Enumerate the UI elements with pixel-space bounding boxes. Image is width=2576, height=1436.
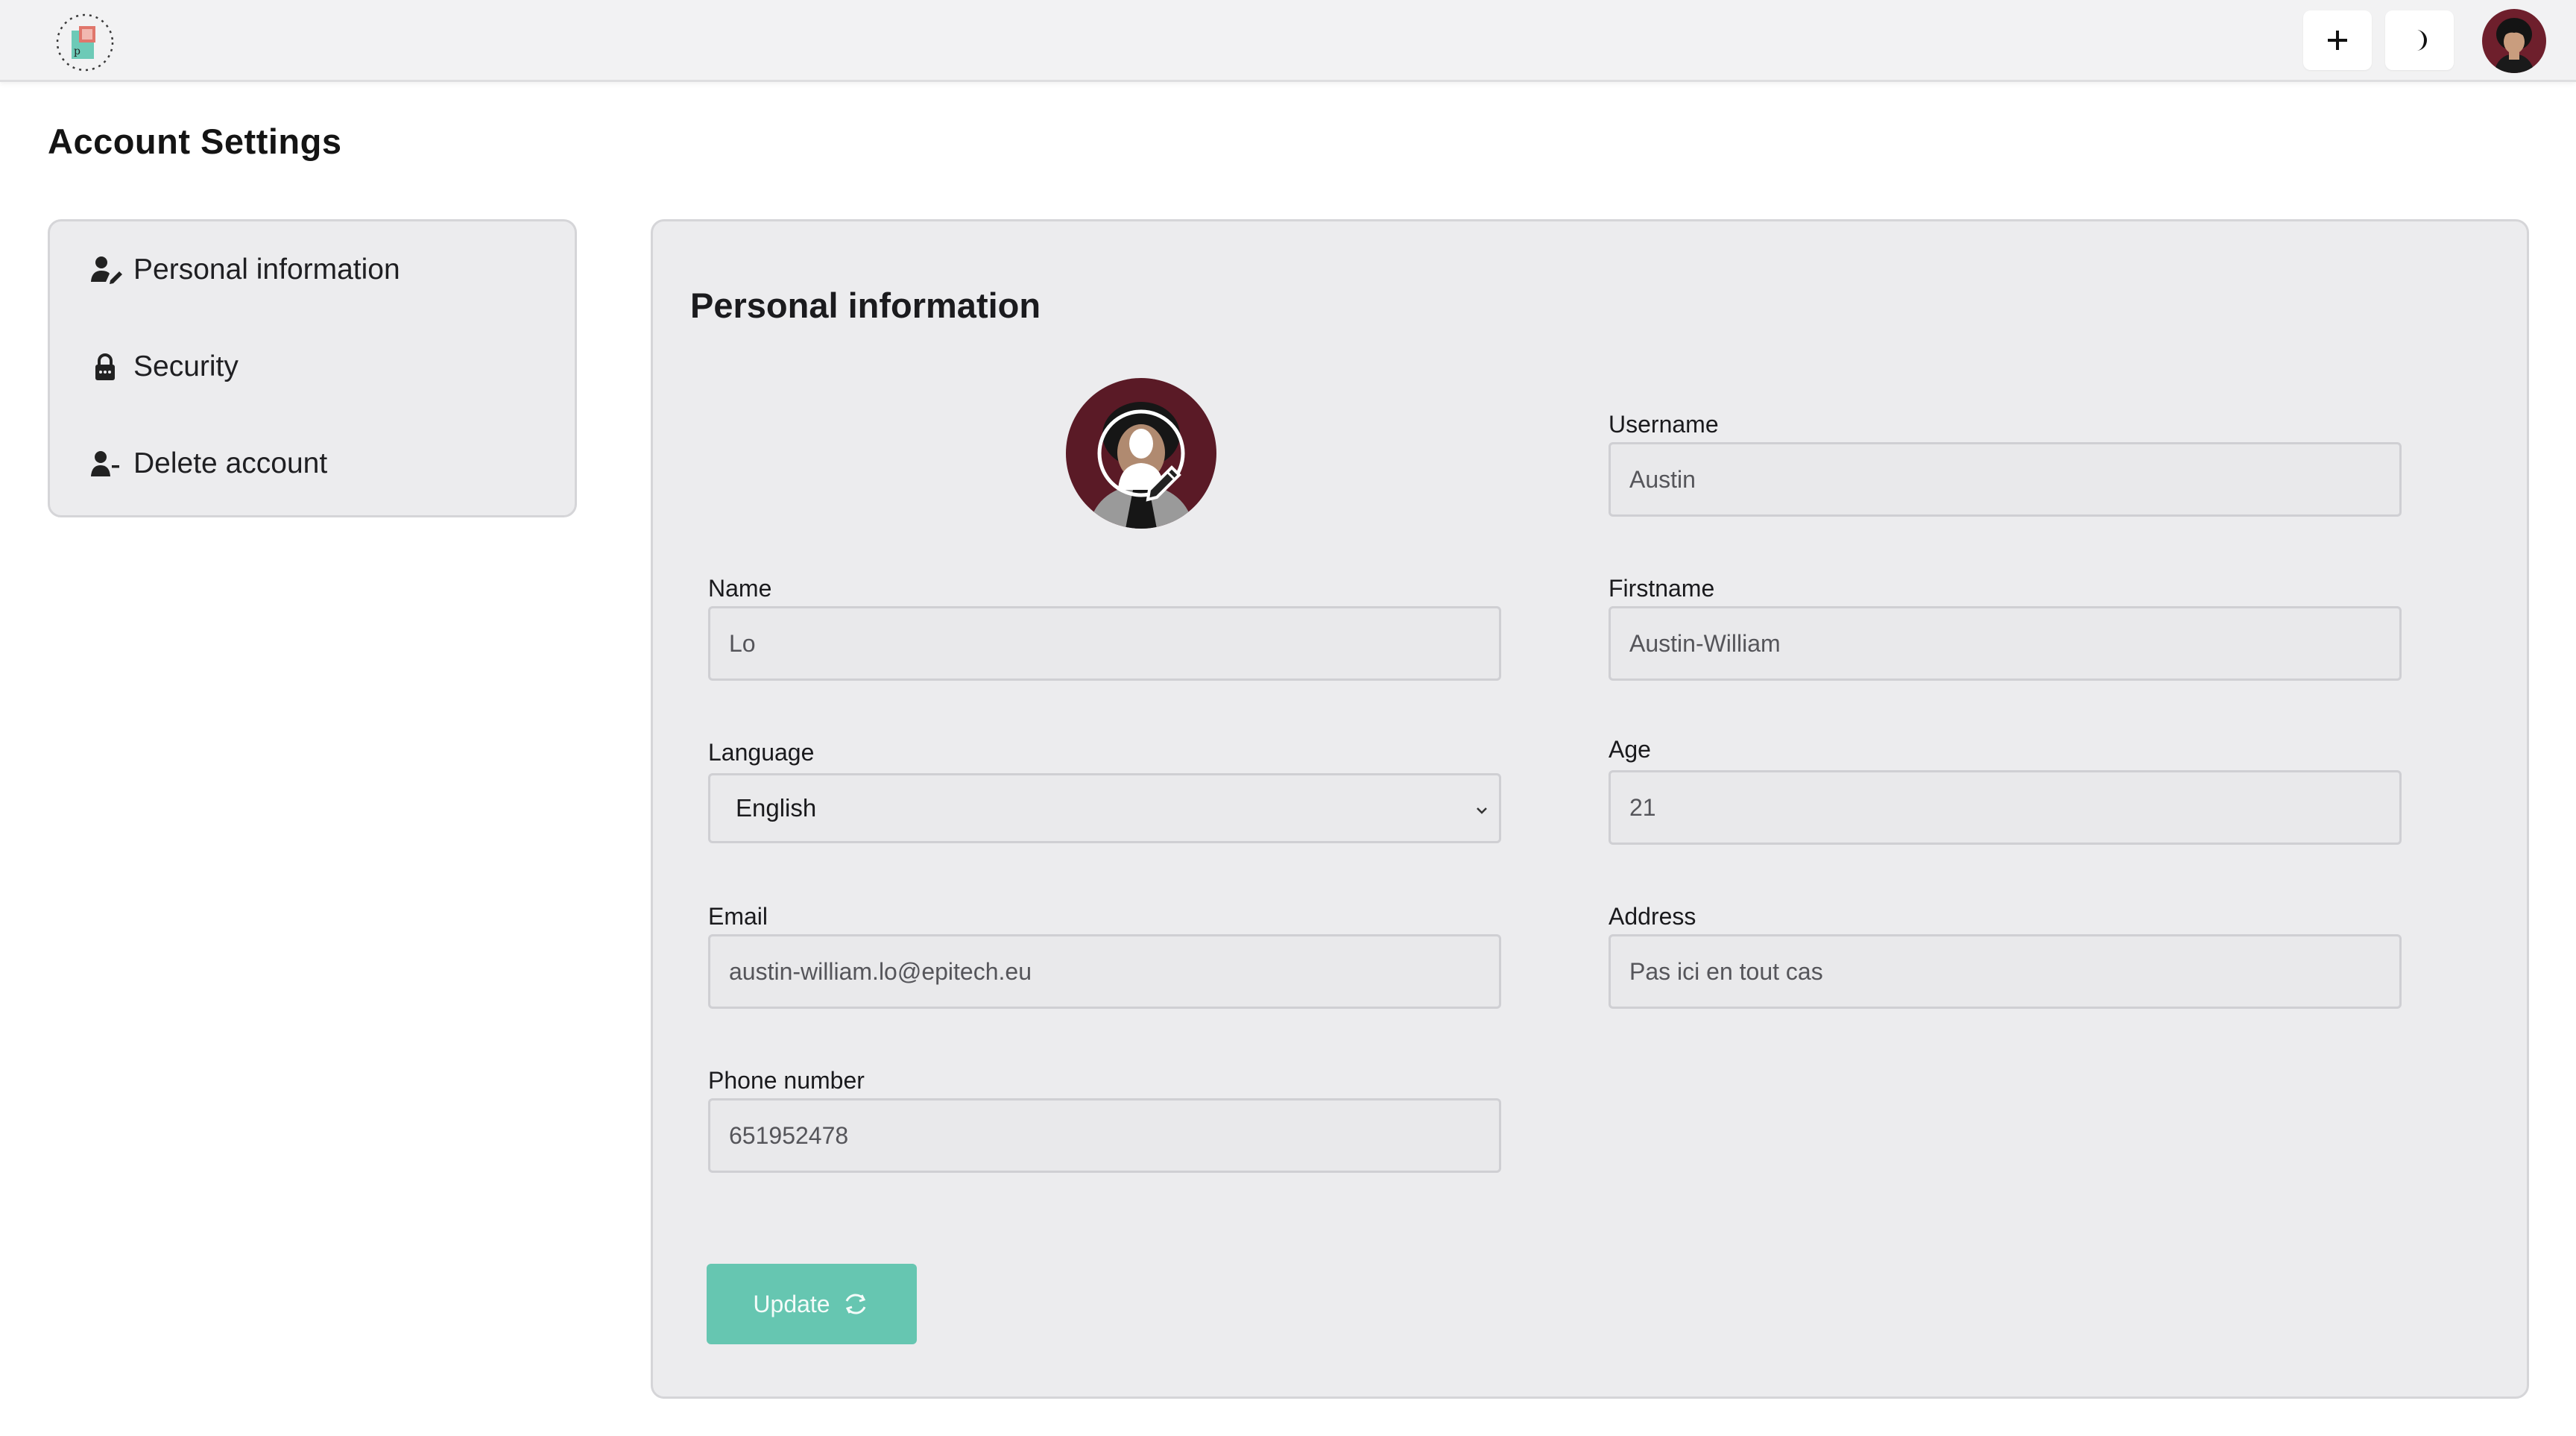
theme-toggle-button[interactable]: [2385, 10, 2454, 70]
firstname-label: Firstname: [1609, 575, 1715, 602]
email-label: Email: [708, 903, 768, 930]
address-field[interactable]: [1609, 934, 2402, 1009]
add-button[interactable]: [2303, 10, 2372, 70]
user-avatar[interactable]: [2482, 9, 2546, 73]
name-label: Name: [708, 575, 772, 602]
age-label: Age: [1609, 736, 1651, 763]
sidebar-item-label: Delete account: [133, 447, 328, 479]
update-button[interactable]: Update: [707, 1264, 917, 1344]
plus-icon: [2328, 31, 2347, 50]
language-selected-value: English: [736, 794, 817, 822]
sidebar-item-personal-information[interactable]: Personal information: [90, 244, 400, 296]
username-label: Username: [1609, 411, 1719, 438]
age-field[interactable]: [1609, 770, 2402, 845]
name-field[interactable]: [708, 606, 1501, 681]
refresh-icon: [845, 1294, 865, 1314]
sidebar-item-label: Personal information: [133, 253, 400, 286]
chevron-down-icon: [1477, 807, 1487, 814]
sidebar-item-security[interactable]: Security: [90, 341, 239, 393]
profile-picture-upload[interactable]: [1066, 378, 1216, 529]
email-field[interactable]: [708, 934, 1501, 1009]
page-title: Account Settings: [48, 122, 342, 161]
svg-text:p: p: [74, 45, 80, 57]
settings-sidebar: Personal information Security Delete acc…: [48, 219, 577, 517]
app-logo-icon[interactable]: p: [54, 11, 116, 74]
firstname-field[interactable]: [1609, 606, 2402, 681]
personal-information-card: Personal information Username Name First…: [651, 219, 2529, 1399]
sidebar-item-label: Security: [133, 350, 239, 382]
phone-label: Phone number: [708, 1067, 865, 1094]
moon-icon: [2416, 30, 2427, 51]
section-title: Personal information: [690, 286, 1041, 325]
language-select[interactable]: English: [708, 773, 1501, 843]
language-label: Language: [708, 739, 815, 766]
phone-number-field[interactable]: [708, 1098, 1501, 1173]
lock-icon: [90, 349, 126, 385]
top-navbar: p: [0, 0, 2576, 82]
address-label: Address: [1609, 903, 1696, 930]
user-edit-icon: [90, 252, 126, 288]
update-button-label: Update: [753, 1290, 830, 1317]
username-field[interactable]: [1609, 442, 2402, 517]
sidebar-item-delete-account[interactable]: Delete account: [90, 438, 327, 490]
user-minus-icon: [90, 446, 126, 482]
